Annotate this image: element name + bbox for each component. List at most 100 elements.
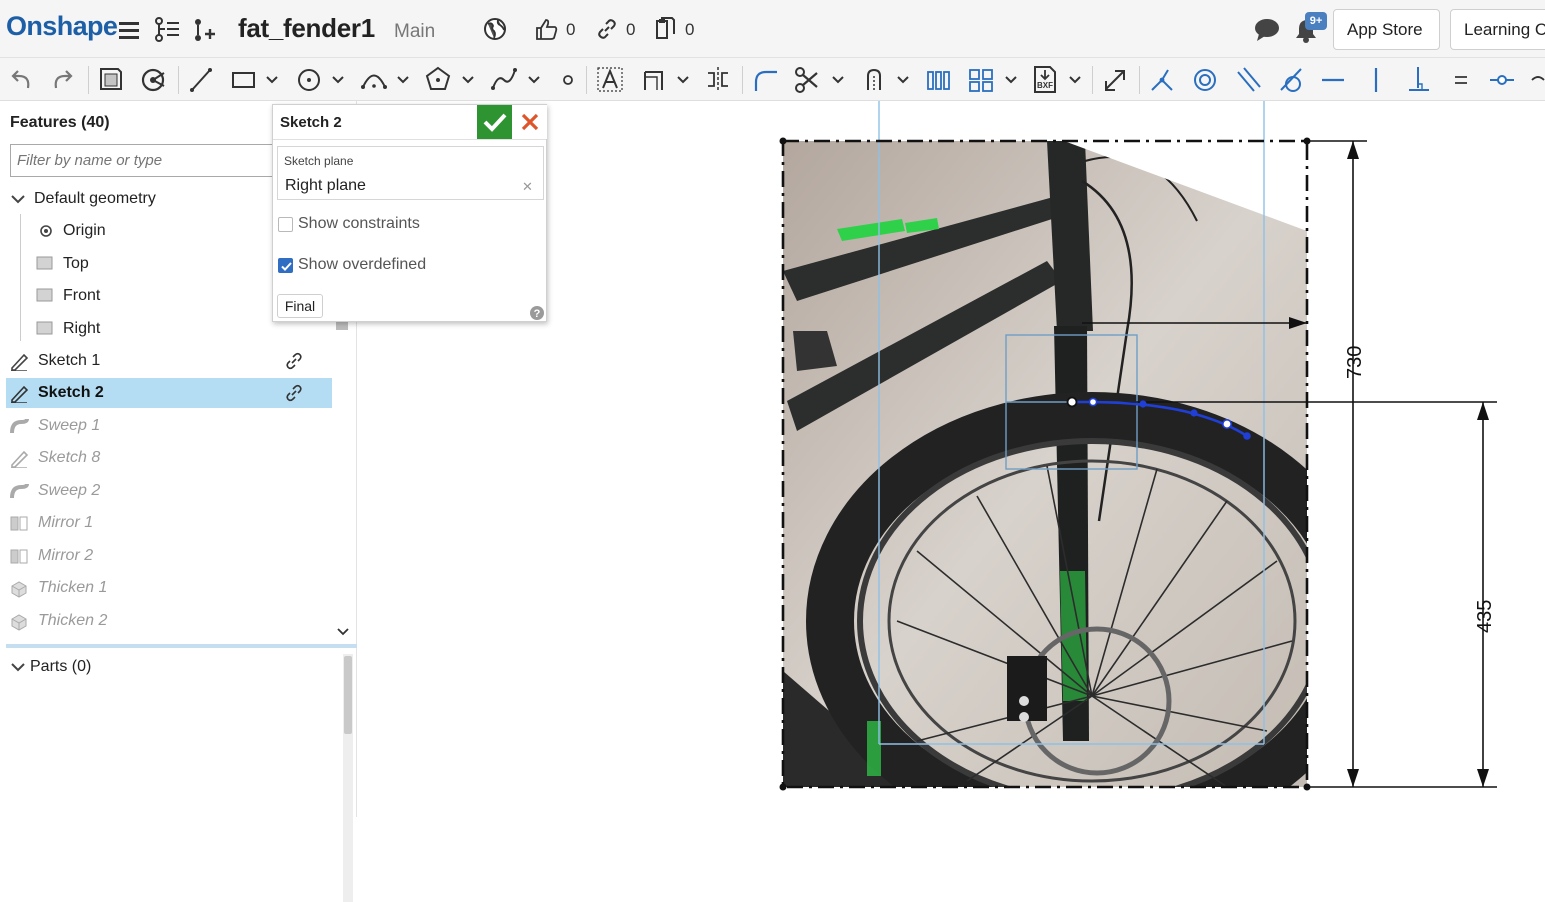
- chevron-down-icon[interactable]: [460, 64, 476, 94]
- feature-label: Mirror 2: [38, 547, 94, 564]
- document-title[interactable]: fat_fender1: [238, 13, 375, 44]
- import-dxf-icon[interactable]: BXF: [1031, 64, 1059, 94]
- transform-tool-icon[interactable]: [1101, 64, 1129, 94]
- show-overdefined-checkbox[interactable]: [278, 258, 293, 273]
- trim-tool-icon[interactable]: [794, 64, 822, 94]
- sketch-plane-value[interactable]: Right plane: [285, 177, 366, 195]
- concentric-constraint-icon[interactable]: [1191, 64, 1219, 94]
- tangent-constraint-icon[interactable]: [1277, 64, 1305, 94]
- redo-icon[interactable]: [50, 64, 76, 94]
- line-tool-icon[interactable]: [188, 64, 214, 94]
- spline-tool-icon[interactable]: [490, 64, 518, 94]
- chevron-down-icon[interactable]: [330, 64, 346, 94]
- arc-tool-icon[interactable]: [360, 64, 388, 94]
- parts-group[interactable]: Parts (0): [6, 652, 332, 682]
- extrude-icon[interactable]: [140, 64, 168, 94]
- close-icon: [521, 113, 539, 131]
- cancel-button[interactable]: [513, 105, 547, 139]
- fillet-tool-icon[interactable]: [752, 64, 780, 94]
- grid-pattern-icon[interactable]: [967, 64, 995, 94]
- origin-point[interactable]: [1066, 396, 1078, 408]
- equal-constraint-icon[interactable]: [1449, 64, 1473, 94]
- likes-count: 0: [566, 20, 576, 39]
- chevron-down-icon[interactable]: [395, 64, 411, 94]
- sketch-plane-label: Sketch plane: [284, 154, 354, 168]
- feature-thicken-2[interactable]: Thicken 2: [6, 606, 332, 636]
- undo-icon[interactable]: [8, 64, 34, 94]
- parallel-constraint-icon[interactable]: [1234, 64, 1262, 94]
- circle-tool-icon[interactable]: [296, 64, 324, 94]
- chevron-down-icon[interactable]: [10, 191, 26, 207]
- link-icon[interactable]: [285, 352, 303, 370]
- sketch-icon: [11, 385, 29, 403]
- feature-sketch-1[interactable]: Sketch 1: [6, 346, 332, 376]
- insert-part-icon[interactable]: [192, 17, 218, 43]
- chevron-down-icon[interactable]: [675, 64, 691, 94]
- parts-title: Parts (0): [30, 658, 92, 675]
- checkmark-icon: [281, 262, 292, 271]
- extend-tool-icon[interactable]: [860, 64, 888, 94]
- chevron-down-icon[interactable]: [1067, 64, 1083, 94]
- feature-mirror-2[interactable]: Mirror 2: [6, 541, 332, 571]
- feature-list-icon[interactable]: [154, 17, 180, 43]
- vertical-constraint-icon[interactable]: [1363, 64, 1391, 94]
- feature-filter-input[interactable]: [10, 144, 280, 177]
- chevron-down-icon[interactable]: [895, 64, 911, 94]
- final-button[interactable]: Final: [277, 294, 323, 318]
- links-count: 0: [626, 20, 636, 39]
- offset-tool-icon[interactable]: [640, 64, 668, 94]
- height-dimension[interactable]: 730: [1344, 346, 1366, 379]
- accept-button[interactable]: [477, 105, 512, 139]
- parts-scrollbar-thumb[interactable]: [344, 656, 352, 734]
- chevron-down-icon[interactable]: [526, 64, 542, 94]
- midpoint-constraint-icon[interactable]: [1488, 64, 1516, 94]
- spline-point[interactable]: [1139, 400, 1147, 408]
- coincident-constraint-icon[interactable]: [1148, 64, 1176, 94]
- onshape-logo[interactable]: Onshape: [6, 11, 118, 42]
- text-tool-icon[interactable]: [596, 64, 624, 94]
- feature-thicken-1[interactable]: Thicken 1: [6, 573, 332, 603]
- chevron-down-icon[interactable]: [1003, 64, 1019, 94]
- feature-mirror-1[interactable]: Mirror 1: [6, 508, 332, 538]
- help-icon[interactable]: ?: [529, 305, 545, 321]
- spline-point[interactable]: [1088, 397, 1098, 407]
- spline-point[interactable]: [1190, 409, 1198, 417]
- linear-pattern-icon[interactable]: [924, 64, 952, 94]
- feature-sweep-1[interactable]: Sweep 1: [6, 411, 332, 441]
- polygon-tool-icon[interactable]: [425, 64, 453, 94]
- chevron-down-icon[interactable]: [10, 659, 26, 675]
- app-store-button[interactable]: App Store: [1333, 9, 1440, 50]
- scroll-down-icon[interactable]: [336, 625, 350, 639]
- reference-image[interactable]: [783, 141, 1354, 817]
- link-icon[interactable]: [597, 19, 617, 39]
- perpendicular-constraint-icon[interactable]: [1405, 64, 1433, 94]
- point-tool-icon[interactable]: [558, 64, 578, 94]
- sketch-plane-field[interactable]: Sketch plane Right plane ✕: [277, 146, 544, 200]
- chevron-down-icon[interactable]: [264, 64, 280, 94]
- axle-dimension[interactable]: 435: [1474, 600, 1496, 633]
- spline-endpoint[interactable]: [1243, 432, 1251, 440]
- clear-selection-icon[interactable]: ✕: [522, 179, 533, 195]
- more-constraints-icon[interactable]: [1530, 64, 1545, 94]
- mirror-tool-icon[interactable]: [704, 64, 732, 94]
- sketch-icon[interactable]: [97, 64, 125, 94]
- chevron-down-icon[interactable]: [830, 64, 846, 94]
- feature-sketch-8[interactable]: Sketch 8: [6, 443, 332, 473]
- spline-point[interactable]: [1221, 418, 1232, 429]
- link-icon[interactable]: [285, 384, 303, 402]
- mirror-icon: [10, 549, 28, 564]
- show-overdefined-label: Show overdefined: [298, 256, 427, 273]
- feature-sweep-2[interactable]: Sweep 2: [6, 476, 332, 506]
- panel-divider[interactable]: [6, 644, 357, 648]
- hamburger-menu-icon[interactable]: [118, 20, 140, 40]
- feature-sketch-2[interactable]: Sketch 2: [6, 378, 332, 408]
- learning-center-button[interactable]: Learning C: [1450, 9, 1545, 50]
- globe-icon[interactable]: [483, 17, 507, 41]
- copy-document-icon[interactable]: [654, 17, 676, 41]
- horizontal-constraint-icon[interactable]: [1320, 64, 1348, 94]
- rectangle-tool-icon[interactable]: [230, 64, 258, 94]
- like-icon[interactable]: [535, 18, 559, 40]
- show-constraints-checkbox[interactable]: [278, 217, 293, 232]
- branch-label[interactable]: Main: [394, 21, 435, 43]
- comments-icon[interactable]: [1254, 18, 1280, 42]
